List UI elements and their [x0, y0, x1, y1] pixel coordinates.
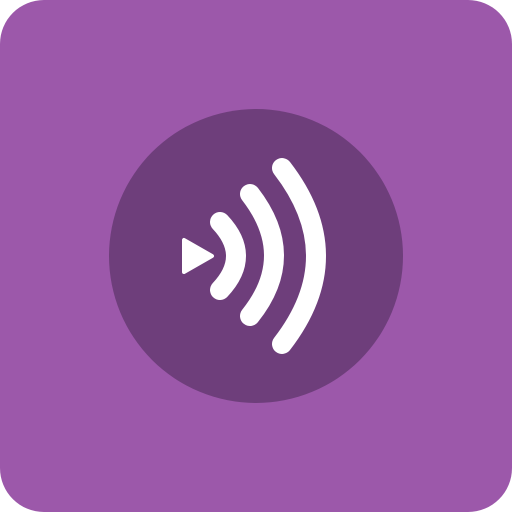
icon-inner-circle	[109, 109, 403, 403]
app-icon-tile	[0, 0, 512, 512]
app-icon-graphic	[0, 0, 512, 512]
